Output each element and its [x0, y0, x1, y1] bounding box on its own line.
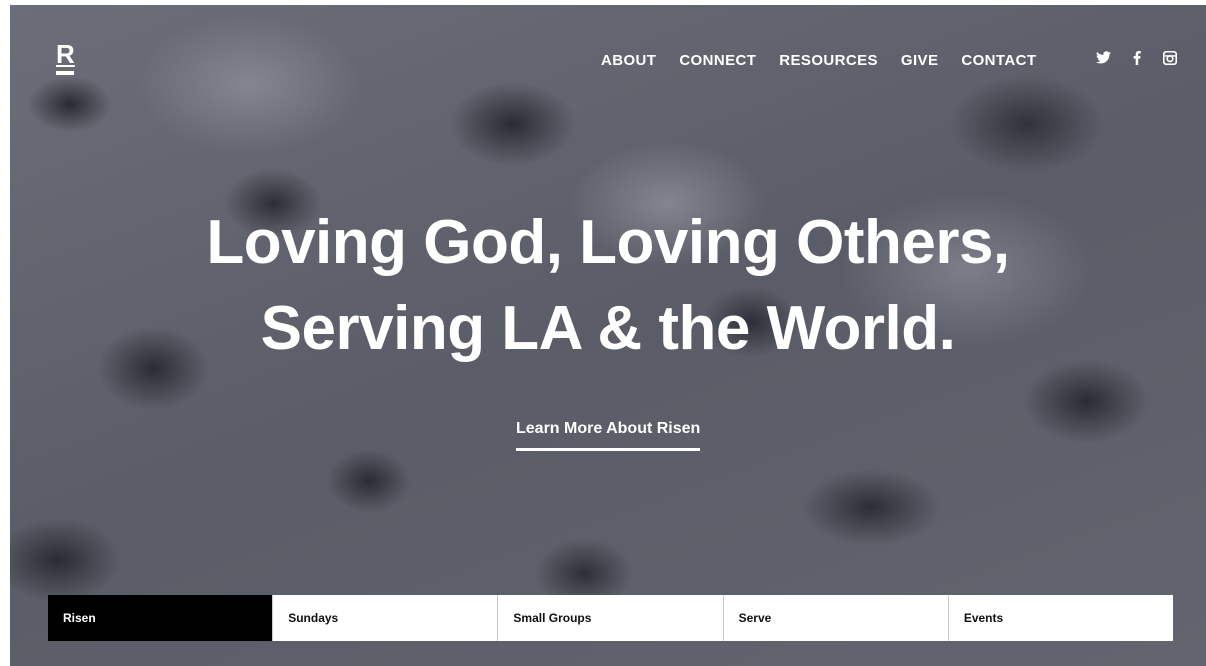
hero-background: R ABOUT CONNECT RESOURCES GIVE CONTACT L…: [10, 5, 1206, 666]
tab-serve[interactable]: Serve: [723, 595, 949, 641]
tab-small-groups[interactable]: Small Groups: [498, 595, 724, 641]
twitter-icon[interactable]: [1096, 51, 1111, 69]
headline-line-2: Serving LA & the World.: [260, 294, 956, 363]
hero-headline: Loving God, Loving Others, Serving LA & …: [10, 200, 1206, 372]
social-links: [1096, 50, 1178, 69]
section-tabs: Risen Sundays Small Groups Serve Events: [48, 595, 1174, 641]
logo-underline: [56, 71, 74, 75]
learn-more-link[interactable]: Learn More About Risen: [516, 420, 701, 451]
nav-item-about[interactable]: ABOUT: [601, 52, 656, 69]
logo-letter: R: [56, 39, 75, 69]
nav-item-connect[interactable]: CONNECT: [679, 52, 756, 69]
site-logo[interactable]: R: [56, 41, 75, 75]
tab-risen[interactable]: Risen: [48, 595, 274, 641]
tab-sundays[interactable]: Sundays: [273, 595, 499, 641]
tab-events[interactable]: Events: [948, 595, 1174, 641]
nav-item-resources[interactable]: RESOURCES: [779, 52, 878, 69]
nav-item-give[interactable]: GIVE: [901, 52, 938, 69]
main-nav: ABOUT CONNECT RESOURCES GIVE CONTACT: [601, 52, 1059, 69]
instagram-icon[interactable]: [1162, 50, 1178, 69]
facebook-icon[interactable]: [1133, 51, 1141, 69]
headline-line-1: Loving God, Loving Others,: [206, 208, 1010, 277]
nav-item-contact[interactable]: CONTACT: [961, 52, 1036, 69]
